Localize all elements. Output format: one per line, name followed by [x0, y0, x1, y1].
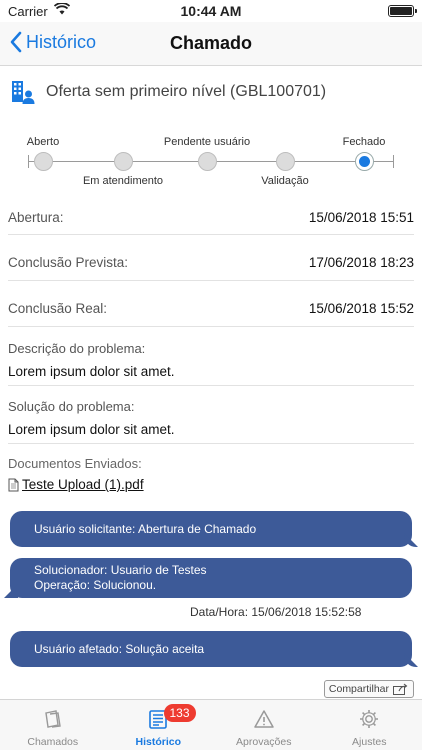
status-stepper: Aberto Em atendimento Pendente usuário V… [26, 131, 394, 191]
conclusao-real-value: 15/06/2018 15:52 [308, 301, 414, 316]
tab-ajustes[interactable]: Ajustes [317, 700, 422, 750]
solucao-label: Solução do problema: [8, 399, 135, 414]
step-dot [276, 152, 295, 171]
tickets-icon [42, 708, 64, 735]
tab-historico[interactable]: 133 Histórico [106, 700, 212, 750]
history-count-badge: 133 [163, 704, 196, 722]
solucao-block: Solução do problema: Lorem ipsum dolor s… [8, 399, 414, 444]
conclusao-prevista-label: Conclusão Prevista: [8, 255, 129, 270]
tab-label: Aprovações [236, 736, 292, 748]
conclusao-prevista-value: 17/06/2018 18:23 [308, 255, 414, 270]
documentos-label: Documentos Enviados: [8, 456, 142, 471]
message-line: Solucionador: Usuario de Testes [34, 563, 207, 577]
conclusao-real-row: Conclusão Real: 15/06/2018 15:52 [8, 281, 414, 327]
tab-label: Histórico [135, 736, 181, 748]
ticket-header: Oferta sem primeiro nível (GBL100701) [10, 79, 326, 105]
message-text: Usuário afetado: Solução aceita [34, 642, 205, 656]
descricao-value: Lorem ipsum dolor sit amet. [8, 364, 175, 379]
message-bubble-solucionador: Solucionador: Usuario de Testes Operação… [10, 558, 412, 598]
share-label: Compartilhar [328, 683, 389, 695]
document-link[interactable]: Teste Upload (1).pdf [8, 477, 414, 492]
documentos-block: Documentos Enviados: Teste Upload (1).pd… [8, 456, 414, 496]
abertura-value: 15/06/2018 15:51 [308, 210, 414, 225]
message-text: Usuário solicitante: Abertura de Chamado [34, 522, 257, 536]
navigation-bar: Histórico Chamado [0, 22, 422, 66]
message-bubble-solicitante: Usuário solicitante: Abertura de Chamado [10, 511, 412, 547]
clock: 10:44 AM [180, 3, 242, 19]
step-dot [198, 152, 217, 171]
ticket-title: Oferta sem primeiro nível (GBL100701) [46, 83, 327, 100]
ticket-detail: Oferta sem primeiro nível (GBL100701) Ab… [0, 67, 422, 699]
back-button[interactable]: Histórico [10, 31, 96, 53]
chevron-left-icon [10, 31, 22, 53]
descricao-block: Descrição do problema: Lorem ipsum dolor… [8, 341, 414, 386]
tab-label: Chamados [27, 736, 79, 748]
conclusao-prevista-row: Conclusão Prevista: 17/06/2018 18:23 [8, 235, 414, 281]
step-dot-active [355, 152, 374, 171]
descricao-label: Descrição do problema: [8, 341, 146, 356]
message-bubble-afetado: Usuário afetado: Solução aceita [10, 631, 412, 667]
abertura-row: Abertura: 15/06/2018 15:51 [8, 195, 414, 235]
back-label: Histórico [26, 31, 97, 52]
tab-chamados[interactable]: Chamados [0, 700, 106, 750]
step-label: Aberto [26, 136, 60, 148]
step-dot [114, 152, 133, 171]
tab-aprovacoes[interactable]: Aprovações [211, 700, 317, 750]
share-button[interactable]: Compartilhar [323, 680, 414, 698]
document-filename: Teste Upload (1).pdf [22, 477, 144, 492]
building-user-icon [10, 79, 36, 105]
step-label: Pendente usuário [163, 136, 251, 148]
warning-icon [253, 708, 275, 735]
step-label: Validação [261, 175, 309, 187]
step-dot [34, 152, 53, 171]
share-icon [393, 683, 408, 695]
document-icon [8, 478, 19, 491]
tab-bar: Chamados 133 Histórico Aprovações Ajuste… [0, 699, 422, 750]
conclusao-real-label: Conclusão Real: [8, 301, 108, 316]
gear-icon [358, 708, 380, 735]
message-datetime: Data/Hora: 15/06/2018 15:52:58 [190, 605, 362, 619]
solucao-value: Lorem ipsum dolor sit amet. [8, 422, 175, 437]
tab-label: Ajustes [352, 736, 387, 748]
message-line: Operação: Solucionou. [34, 578, 157, 592]
battery-icon [388, 5, 417, 17]
step-label: Em atendimento [82, 175, 164, 187]
status-bar: Carrier 10:44 AM [0, 0, 422, 22]
step-label: Fechado [342, 136, 386, 148]
abertura-label: Abertura: [8, 210, 64, 225]
